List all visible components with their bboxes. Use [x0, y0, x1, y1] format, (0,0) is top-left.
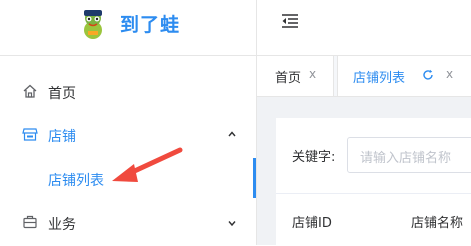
sidebar-item-label: 店铺 — [48, 129, 76, 145]
keyword-label: 关键字: — [292, 150, 336, 165]
shop-icon — [22, 128, 38, 141]
frog-logo — [84, 10, 102, 39]
sidebar-item-business[interactable]: 业务 — [0, 202, 256, 242]
home-icon — [23, 84, 37, 98]
logo-bar: 到了蛙 — [0, 0, 256, 56]
tab-home[interactable]: 首页 x — [257, 56, 334, 96]
main-content: 关键字: 请输入店铺名称 店铺ID 店铺名称 — [257, 97, 471, 245]
tab-label: 店铺列表 — [353, 71, 406, 86]
chevron-down-icon — [228, 221, 236, 227]
close-icon[interactable]: x — [446, 67, 453, 81]
sidebar-subitem-label: 店铺列表 — [48, 173, 104, 189]
keyword-input[interactable]: 请输入店铺名称 — [347, 137, 471, 173]
briefcase-icon — [23, 215, 37, 229]
chevron-up-icon — [228, 131, 236, 137]
brand-name: 到了蛙 — [120, 14, 181, 36]
sidebar-item-label: 业务 — [48, 217, 76, 233]
tab-label: 首页 — [275, 71, 302, 86]
tabs-bar: 首页 x 店铺列表 x — [257, 56, 471, 97]
table-header: 店铺ID 店铺名称 — [276, 193, 471, 246]
menu-fold-icon[interactable] — [281, 13, 299, 29]
top-header — [257, 0, 471, 56]
column-header-shop-name: 店铺名称 — [411, 216, 464, 231]
tab-shop-list[interactable]: 店铺列表 x — [337, 56, 471, 96]
sidebar-item-home[interactable]: 首页 — [0, 71, 256, 111]
column-header-shop-id: 店铺ID — [292, 216, 332, 231]
active-indicator — [253, 158, 256, 198]
sidebar: 到了蛙 首页 店铺 店铺列表 业务 — [0, 0, 257, 245]
annotation-arrow-icon — [112, 147, 183, 182]
keyword-placeholder: 请输入店铺名称 — [360, 151, 452, 166]
content-card: 关键字: 请输入店铺名称 店铺ID 店铺名称 — [276, 118, 471, 245]
sidebar-item-label: 首页 — [48, 86, 76, 102]
close-icon[interactable]: x — [309, 67, 316, 81]
refresh-icon[interactable] — [422, 69, 434, 81]
